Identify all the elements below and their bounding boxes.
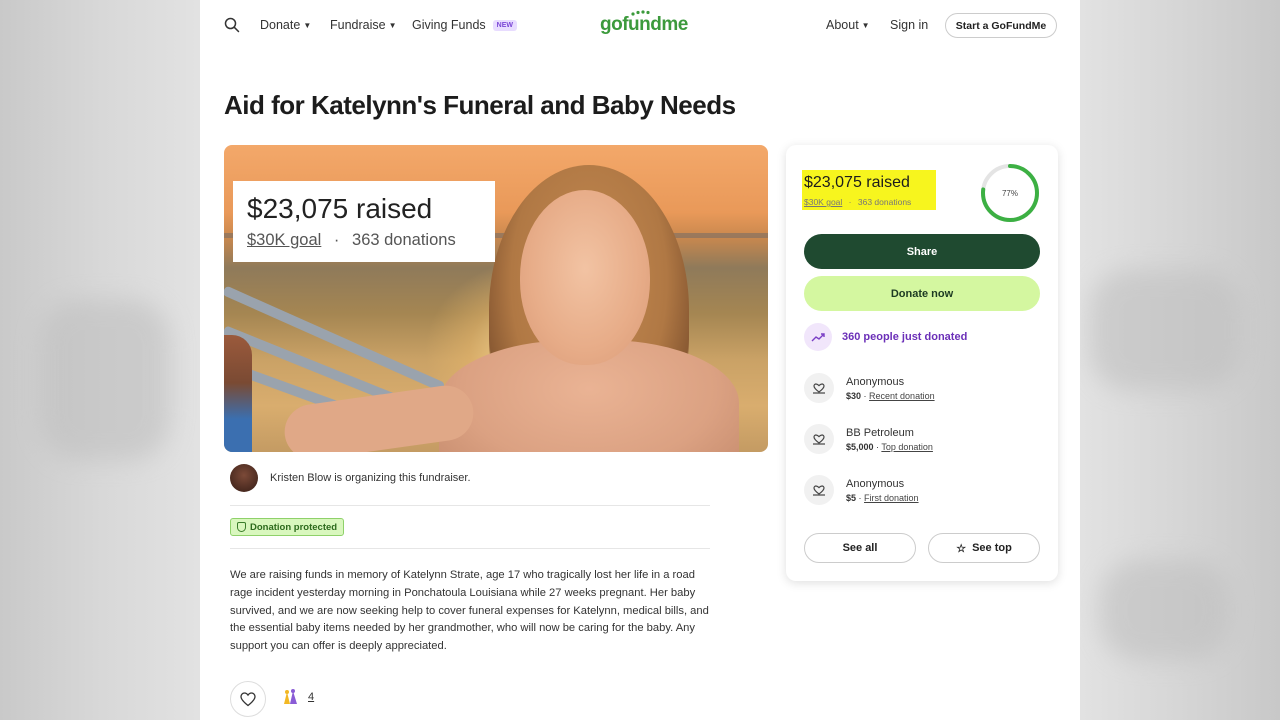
donation-tag-link[interactable]: First donation <box>864 493 919 503</box>
donor-name: BB Petroleum <box>846 426 914 439</box>
reaction-count[interactable]: 4 <box>308 691 314 703</box>
clapping-hands-icon <box>284 689 297 704</box>
donor-heart-hand-icon <box>804 475 834 505</box>
gofundme-logo[interactable]: gofundme <box>600 14 688 36</box>
donor-meta: $5,000 · Top donation <box>846 441 933 452</box>
child-figure <box>224 335 252 452</box>
donation-protected-label: Donation protected <box>250 521 338 533</box>
overlay-goal-line: $30K goal · 363 donations <box>247 231 481 250</box>
donation-item: BB Petroleum $5,000 · Top donation <box>804 424 933 454</box>
heart-button[interactable] <box>230 681 266 717</box>
person-face <box>520 190 650 365</box>
chevron-down-icon: ▼ <box>388 20 397 30</box>
sidebar-donations: 363 donations <box>857 197 912 207</box>
fundraiser-page: Donate ▼ Fundraise ▼ Giving Funds NEW go… <box>200 0 1080 720</box>
nav-about[interactable]: About ▼ <box>826 18 870 32</box>
donation-tag-link[interactable]: Top donation <box>881 442 933 452</box>
overlay-raised-amount: $23,075 raised <box>247 193 433 224</box>
divider <box>230 548 710 549</box>
donation-item: Anonymous $5 · First donation <box>804 475 919 505</box>
progress-percent: 77% <box>1001 188 1018 198</box>
donation-amount: $30 <box>846 390 862 401</box>
campaign-photo[interactable]: $23,075 raised $30K goal · 363 donations <box>224 145 768 452</box>
donation-sidebar: $23,075 raised $30K goal · 363 donations… <box>786 145 1058 581</box>
donation-protected-badge[interactable]: Donation protected <box>230 518 345 536</box>
see-all-button[interactable]: See all <box>804 533 916 563</box>
nav-donate[interactable]: Donate ▼ <box>260 18 311 32</box>
donor-heart-hand-icon <box>804 424 834 454</box>
new-badge: NEW <box>492 19 517 31</box>
sidebar-goal-line: $30K goal · 363 donations <box>804 197 911 207</box>
sidebar-raised-amount: $23,075 raised <box>804 174 910 191</box>
nav-sign-in[interactable]: Sign in <box>890 18 928 32</box>
recent-donors-trend: 360 people just donated <box>804 323 967 351</box>
donor-heart-hand-icon <box>804 373 834 403</box>
star-icon: ☆ <box>956 542 967 555</box>
page-title: Aid for Katelynn's Funeral and Baby Need… <box>224 90 736 120</box>
overlay-goal[interactable]: $30K goal <box>247 231 321 249</box>
chevron-down-icon: ▼ <box>861 20 870 30</box>
raised-overlay: $23,075 raised $30K goal · 363 donations <box>233 181 495 262</box>
donor-name: Anonymous <box>846 477 905 490</box>
chevron-down-icon: ▼ <box>303 20 312 30</box>
nav-giving-funds-label: Giving Funds <box>412 18 486 32</box>
nav-about-label: About <box>826 18 859 32</box>
nav-giving-funds[interactable]: Giving Funds NEW <box>412 18 517 32</box>
donor-meta: $5 · First donation <box>846 492 919 503</box>
organizer-row: Kristen Blow is organizing this fundrais… <box>230 464 471 492</box>
overlay-donations: 363 donations <box>352 231 456 249</box>
see-top-label: See top <box>972 542 1012 554</box>
start-gofundme-button[interactable]: Start a GoFundMe <box>945 13 1057 38</box>
see-top-button[interactable]: ☆ See top <box>928 533 1040 563</box>
divider <box>230 505 710 506</box>
donor-meta: $30 · Recent donation <box>846 390 935 401</box>
shield-icon <box>237 522 246 532</box>
donation-amount: $5 <box>846 492 857 503</box>
heart-icon <box>240 691 256 706</box>
trend-text: 360 people just donated <box>842 331 968 343</box>
overlay-separator: · <box>333 231 340 249</box>
nav-fundraise[interactable]: Fundraise ▼ <box>330 18 397 32</box>
sidebar-goal[interactable]: $30K goal <box>804 197 842 207</box>
search-icon[interactable] <box>224 17 240 33</box>
donate-now-button[interactable]: Donate now <box>804 276 1040 311</box>
sidebar-separator: · <box>848 197 852 207</box>
share-button[interactable]: Share <box>804 234 1040 269</box>
donor-name: Anonymous <box>846 375 905 388</box>
top-navigation: Donate ▼ Fundraise ▼ Giving Funds NEW go… <box>200 0 1080 50</box>
nav-donate-label: Donate <box>260 18 301 32</box>
donation-item: Anonymous $30 · Recent donation <box>804 373 935 403</box>
reactions[interactable]: 4 <box>280 688 314 706</box>
donation-tag-link[interactable]: Recent donation <box>869 391 935 401</box>
campaign-story: We are raising funds in memory of Kately… <box>230 569 709 653</box>
trend-up-icon <box>804 323 832 351</box>
organizer-text: Kristen Blow is organizing this fundrais… <box>270 472 471 484</box>
donation-amount: $5,000 <box>846 441 874 452</box>
nav-fundraise-label: Fundraise <box>330 18 386 32</box>
avatar[interactable] <box>230 464 258 492</box>
